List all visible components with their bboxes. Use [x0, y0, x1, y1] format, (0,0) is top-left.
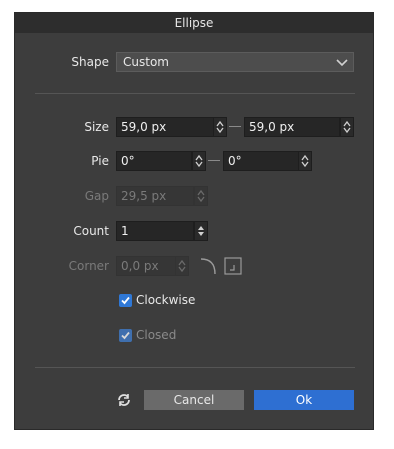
size-width-spinner-icon[interactable]	[213, 117, 227, 137]
pie-end-spinner-icon[interactable]	[298, 151, 312, 171]
checkmark-icon	[121, 331, 130, 340]
closed-label: Closed	[136, 328, 177, 342]
corner-inset-icon[interactable]	[222, 255, 244, 280]
divider	[35, 367, 355, 368]
cancel-button[interactable]: Cancel	[144, 390, 244, 410]
pie-start-input[interactable]: 0°	[116, 151, 192, 171]
size-height-input[interactable]: 59,0 px	[244, 117, 340, 137]
pie-end-input[interactable]: 0°	[223, 151, 299, 171]
size-height-spinner-icon[interactable]	[340, 117, 354, 137]
count-label: Count	[73, 224, 109, 238]
divider	[35, 93, 355, 94]
refresh-icon[interactable]	[116, 392, 132, 408]
clockwise-checkbox[interactable]	[119, 294, 132, 307]
pie-label: Pie	[91, 154, 109, 168]
dialog-title: Ellipse	[15, 13, 373, 33]
gap-label: Gap	[84, 189, 109, 203]
chevron-down-icon	[335, 55, 349, 69]
size-width-input[interactable]: 59,0 px	[116, 117, 214, 137]
closed-checkbox[interactable]	[119, 329, 132, 342]
link-dash	[229, 126, 241, 127]
shape-value: Custom	[123, 55, 169, 69]
corner-spinner-icon[interactable]	[175, 256, 189, 276]
ellipse-dialog: Ellipse Shape Custom Size 59,0 px 59,0 p…	[14, 12, 374, 430]
checkmark-icon	[121, 296, 130, 305]
shape-label: Shape	[71, 55, 109, 69]
corner-input[interactable]: 0,0 px	[116, 256, 176, 276]
count-spinner-icon[interactable]	[194, 221, 208, 241]
ok-button[interactable]: Ok	[254, 390, 354, 410]
gap-input[interactable]: 29,5 px	[116, 186, 194, 206]
clockwise-label: Clockwise	[136, 293, 196, 307]
pie-dash	[208, 160, 220, 161]
size-label: Size	[84, 120, 109, 134]
pie-start-spinner-icon[interactable]	[192, 151, 206, 171]
gap-spinner-icon[interactable]	[194, 186, 208, 206]
shape-select[interactable]: Custom	[116, 52, 354, 72]
count-input[interactable]: 1	[116, 221, 194, 241]
corner-round-icon[interactable]	[199, 255, 221, 280]
corner-label: Corner	[68, 259, 109, 273]
